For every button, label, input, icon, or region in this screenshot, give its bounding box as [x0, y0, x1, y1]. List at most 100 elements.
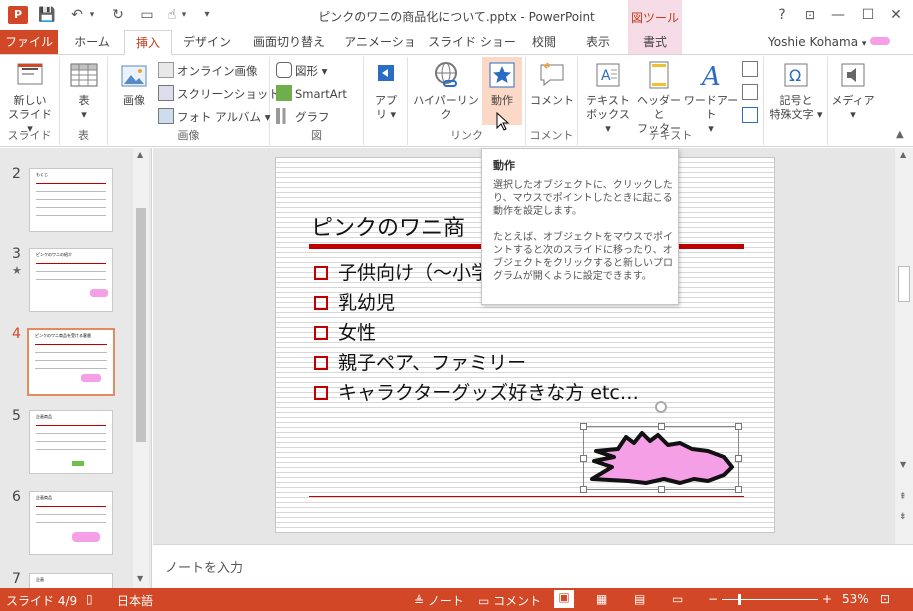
user-avatar-icon — [870, 37, 891, 45]
picture-button[interactable]: 画像 — [114, 59, 154, 108]
symbols-button[interactable]: Ω 記号と 特殊文字 ▾ — [766, 59, 826, 122]
scroll-up-icon[interactable]: ▲ — [137, 150, 143, 159]
slide-thumbnail-2[interactable]: もくじ — [29, 168, 113, 232]
scroll-down-icon[interactable]: ▼ — [137, 574, 143, 583]
title-thin-line — [706, 244, 744, 245]
help-button[interactable]: ? — [770, 4, 794, 26]
zoom-out-icon[interactable]: − — [708, 592, 718, 606]
resize-handle[interactable] — [735, 423, 742, 430]
scroll-thumb[interactable] — [136, 208, 146, 442]
wordart-icon: A — [700, 62, 721, 91]
maximize-button[interactable]: ☐ — [856, 4, 880, 26]
zoom-slider-thumb[interactable] — [738, 594, 741, 605]
previous-slide-icon[interactable]: ⇞ — [899, 492, 907, 502]
slide-thumbnail-5[interactable]: 企画商品 — [29, 410, 113, 474]
apps-button[interactable]: アプリ ▾ — [368, 59, 404, 122]
slideshow-view-icon[interactable]: ▭ — [672, 592, 683, 606]
object-icon[interactable] — [742, 107, 758, 123]
zoom-slider[interactable] — [722, 599, 818, 600]
slide-thumbnail-7[interactable]: 企画 — [29, 573, 113, 588]
tab-format[interactable]: 書式 — [628, 30, 682, 54]
language-status[interactable]: 日本語 — [117, 592, 153, 609]
svg-text:A: A — [601, 68, 611, 84]
picture-tools-context-title: 図ツール — [628, 0, 682, 30]
textbox-button[interactable]: A テキスト ボックス ▾ — [582, 59, 634, 136]
smartart-button[interactable]: SmartArt — [276, 84, 347, 104]
shapes-button[interactable]: 図形 ▾ — [276, 61, 327, 81]
notes-toggle[interactable]: ≜ ノート — [414, 592, 464, 609]
mouse-pointer-icon — [496, 111, 510, 135]
group-label-table: 表 — [78, 129, 89, 142]
hyperlink-button[interactable]: ハイパーリンク — [412, 59, 480, 122]
tab-file[interactable]: ファイル — [0, 30, 58, 54]
group-apps: アプリ ▾ — [364, 57, 408, 145]
scroll-up-icon[interactable]: ▲ — [900, 150, 906, 159]
table-button[interactable]: 表 ▾ — [64, 59, 104, 122]
slide-scrollbar[interactable]: ▲ ▼ ⇞ ⇟ — [895, 148, 913, 544]
resize-handle[interactable] — [735, 455, 742, 462]
new-slide-button[interactable]: 新しい スライド ▾ — [4, 59, 56, 136]
tab-animations[interactable]: アニメーション — [340, 30, 420, 73]
notes-pane[interactable]: ノートを入力 — [153, 544, 913, 588]
fit-slide-icon[interactable]: ⊡ — [880, 592, 890, 606]
slide-title[interactable]: ピンクのワニ商 — [311, 210, 465, 242]
close-button[interactable]: ✕ — [884, 4, 908, 26]
reading-view-icon[interactable]: ▤ — [634, 592, 645, 606]
tab-design[interactable]: デザイン — [178, 30, 236, 54]
tab-slideshow[interactable]: スライド ショー — [428, 30, 516, 54]
checkbox-bullet-icon — [314, 266, 328, 280]
bullet-item[interactable]: 乳幼児 — [314, 288, 395, 315]
scroll-thumb[interactable] — [898, 266, 910, 302]
resize-handle[interactable] — [658, 486, 665, 493]
ribbon-display-icon[interactable]: ⊡ — [798, 4, 822, 26]
resize-handle[interactable] — [735, 486, 742, 493]
tab-insert[interactable]: 挿入 — [124, 30, 172, 55]
comments-toggle[interactable]: ▭ コメント — [478, 592, 541, 609]
bullet-item[interactable]: 女性 — [314, 318, 376, 345]
slide-number-icon[interactable] — [742, 84, 758, 100]
thumbnail-scrollbar[interactable]: ▲ ▼ — [133, 148, 149, 588]
media-button[interactable]: メディア ▾ — [830, 59, 876, 122]
bullet-item[interactable]: 子供向け（〜小学 — [314, 258, 490, 285]
screenshot-icon — [158, 85, 174, 101]
tab-view[interactable]: 表示 — [574, 30, 622, 54]
date-time-icon[interactable] — [742, 61, 758, 77]
slide-thumbnail-3[interactable]: ピンクのワニの紹介 — [29, 248, 113, 312]
header-footer-button[interactable]: ヘッダーと フッター — [634, 59, 684, 136]
tab-review[interactable]: 校閲 — [522, 30, 566, 54]
resize-handle[interactable] — [658, 423, 665, 430]
bullet-item[interactable]: キャラクターグッズ好きな方 etc… — [314, 378, 639, 405]
spellcheck-icon[interactable]: ▯ — [86, 592, 93, 606]
checkbox-bullet-icon — [314, 296, 328, 310]
resize-handle[interactable] — [580, 486, 587, 493]
wordart-button[interactable]: A ワードアート ▾ — [682, 59, 740, 136]
comment-button[interactable]: コメント — [530, 59, 574, 108]
tab-transitions[interactable]: 画面切り替え — [244, 30, 334, 54]
minimize-button[interactable]: — — [826, 4, 850, 26]
zoom-level[interactable]: 53% — [842, 592, 869, 606]
collapse-ribbon-icon[interactable]: ▲ — [896, 129, 904, 140]
thumb-number: 7 — [12, 571, 21, 587]
chart-button[interactable]: グラフ — [276, 107, 330, 127]
user-account[interactable]: Yoshie Kohama ▾ — [768, 30, 891, 54]
group-comments: コメント コメント — [526, 57, 578, 145]
thumb-title: 企画 — [36, 577, 44, 582]
scroll-down-icon[interactable]: ▼ — [900, 460, 906, 469]
zoom-in-icon[interactable]: + — [822, 592, 832, 606]
online-pictures-button[interactable]: オンライン画像 — [158, 61, 258, 81]
next-slide-icon[interactable]: ⇟ — [899, 512, 907, 522]
apps-icon — [378, 65, 394, 81]
normal-view-icon[interactable]: ▣ — [554, 590, 574, 608]
slide-thumbnail-6[interactable]: 企画商品 — [29, 491, 113, 555]
slide-sorter-icon[interactable]: ▦ — [596, 592, 607, 606]
user-name: Yoshie Kohama — [768, 35, 859, 49]
selected-picture[interactable] — [580, 423, 742, 493]
resize-handle[interactable] — [580, 455, 587, 462]
rotate-handle-icon[interactable] — [655, 401, 667, 413]
tab-home[interactable]: ホーム — [66, 30, 118, 54]
slide-thumbnail-4[interactable]: ピンクのワニ商品を受ける客層 — [27, 328, 115, 396]
slide-counter[interactable]: スライド 4/9 — [6, 592, 77, 609]
bullet-item[interactable]: 親子ペア、ファミリー — [314, 348, 526, 375]
photo-album-button[interactable]: フォト アルバム ▾ — [158, 107, 270, 127]
resize-handle[interactable] — [580, 423, 587, 430]
